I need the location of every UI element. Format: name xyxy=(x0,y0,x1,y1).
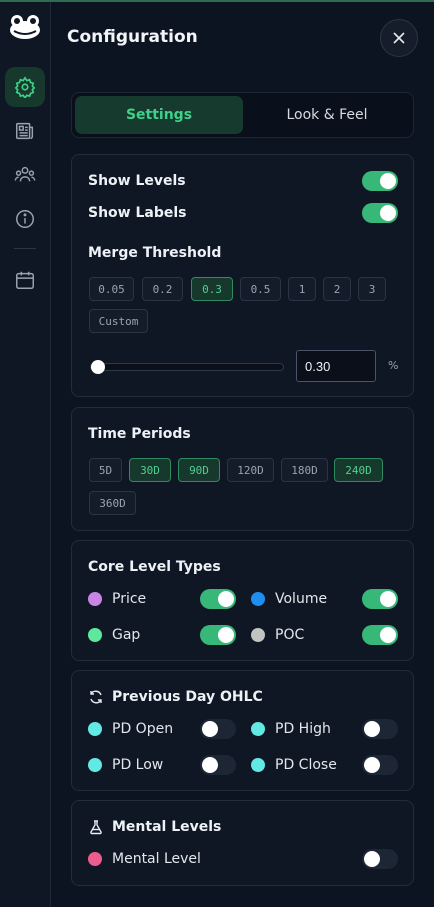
volume-color-dot xyxy=(251,592,265,606)
merge-threshold-slider[interactable] xyxy=(90,360,284,374)
flask-icon xyxy=(90,820,102,835)
slider-thumb[interactable] xyxy=(91,360,105,374)
gap-label: Gap xyxy=(112,627,141,643)
time-periods-card: Time Periods 5D 30D 90D 120D 180D 240D 3… xyxy=(71,407,414,531)
merge-chip-0-3[interactable]: 0.3 xyxy=(191,277,233,301)
newspaper-icon xyxy=(16,122,34,140)
tab-bar: Settings Look & Feel xyxy=(71,92,414,138)
price-label: Price xyxy=(112,591,147,607)
merge-chip-1[interactable]: 1 xyxy=(288,277,316,301)
levels-card: Show Levels Show Labels Merge Threshold … xyxy=(71,154,414,397)
core-level-types-card: Core Level Types Price Volume Gap POC xyxy=(71,540,414,661)
gap-toggle[interactable] xyxy=(200,625,236,645)
volume-label: Volume xyxy=(275,591,328,607)
merge-threshold-input[interactable] xyxy=(296,350,376,382)
show-levels-label: Show Levels xyxy=(88,173,186,189)
pd-high-label: PD High xyxy=(275,721,331,737)
show-labels-toggle[interactable] xyxy=(362,203,398,223)
merge-threshold-label: Merge Threshold xyxy=(88,245,222,261)
previous-day-ohlc-label: Previous Day OHLC xyxy=(112,689,263,705)
merge-chip-3[interactable]: 3 xyxy=(358,277,386,301)
pd-low-label: PD Low xyxy=(112,757,164,773)
users-icon xyxy=(14,166,36,182)
pd-close-label: PD Close xyxy=(275,757,337,773)
tab-look-and-feel[interactable]: Look & Feel xyxy=(243,96,411,134)
poc-label: POC xyxy=(275,627,305,643)
merge-chip-2[interactable]: 2 xyxy=(323,277,351,301)
sidebar-item-community[interactable] xyxy=(5,155,45,195)
sidebar-item-info[interactable] xyxy=(5,199,45,239)
sidebar-divider xyxy=(14,248,36,249)
period-chip-90d[interactable]: 90D xyxy=(178,458,220,482)
close-icon xyxy=(393,32,405,44)
pd-low-color-dot xyxy=(88,758,102,772)
pd-open-label: PD Open xyxy=(112,721,174,737)
gear-icon xyxy=(14,76,36,98)
poc-color-dot xyxy=(251,628,265,642)
merge-chip-0-05[interactable]: 0.05 xyxy=(89,277,134,301)
calendar-icon xyxy=(16,271,34,289)
poc-toggle[interactable] xyxy=(362,625,398,645)
sidebar-item-settings[interactable] xyxy=(5,67,45,107)
previous-day-ohlc-card: Previous Day OHLC PD Open PD High PD Low… xyxy=(71,670,414,791)
price-toggle[interactable] xyxy=(200,589,236,609)
mental-level-label: Mental Level xyxy=(112,851,201,867)
pd-close-toggle[interactable] xyxy=(362,755,398,775)
sidebar xyxy=(0,2,51,907)
merge-chip-0-2[interactable]: 0.2 xyxy=(142,277,183,301)
mental-levels-card: Mental Levels Mental Level xyxy=(71,800,414,886)
top-accent-line xyxy=(0,0,434,2)
merge-chip-0-5[interactable]: 0.5 xyxy=(240,277,281,301)
period-chip-240d[interactable]: 240D xyxy=(334,458,383,482)
show-labels-label: Show Labels xyxy=(88,205,187,221)
pd-low-toggle[interactable] xyxy=(200,755,236,775)
volume-toggle[interactable] xyxy=(362,589,398,609)
gap-color-dot xyxy=(88,628,102,642)
mental-level-toggle[interactable] xyxy=(362,849,398,869)
sidebar-item-news[interactable] xyxy=(5,111,45,151)
close-button[interactable] xyxy=(380,19,418,57)
pd-open-color-dot xyxy=(88,722,102,736)
pd-high-toggle[interactable] xyxy=(362,719,398,739)
period-chip-180d[interactable]: 180D xyxy=(281,458,328,482)
pd-close-color-dot xyxy=(251,758,265,772)
info-icon xyxy=(16,210,34,228)
pd-high-color-dot xyxy=(251,722,265,736)
period-chip-5d[interactable]: 5D xyxy=(89,458,122,482)
percent-unit: % xyxy=(388,359,399,372)
refresh-icon xyxy=(90,690,102,704)
pd-open-toggle[interactable] xyxy=(200,719,236,739)
period-chip-360d[interactable]: 360D xyxy=(89,491,136,515)
period-chip-30d[interactable]: 30D xyxy=(129,458,171,482)
sidebar-item-calendar[interactable] xyxy=(5,260,45,300)
tab-settings[interactable]: Settings xyxy=(75,96,243,134)
mental-levels-label: Mental Levels xyxy=(112,819,222,835)
merge-chip-custom[interactable]: Custom xyxy=(89,309,148,333)
page-title: Configuration xyxy=(67,27,198,47)
price-color-dot xyxy=(88,592,102,606)
mental-level-color-dot xyxy=(88,852,102,866)
frog-logo-icon xyxy=(10,15,40,39)
time-periods-label: Time Periods xyxy=(88,426,191,442)
period-chip-120d[interactable]: 120D xyxy=(227,458,274,482)
show-levels-toggle[interactable] xyxy=(362,171,398,191)
core-level-types-label: Core Level Types xyxy=(88,559,221,575)
